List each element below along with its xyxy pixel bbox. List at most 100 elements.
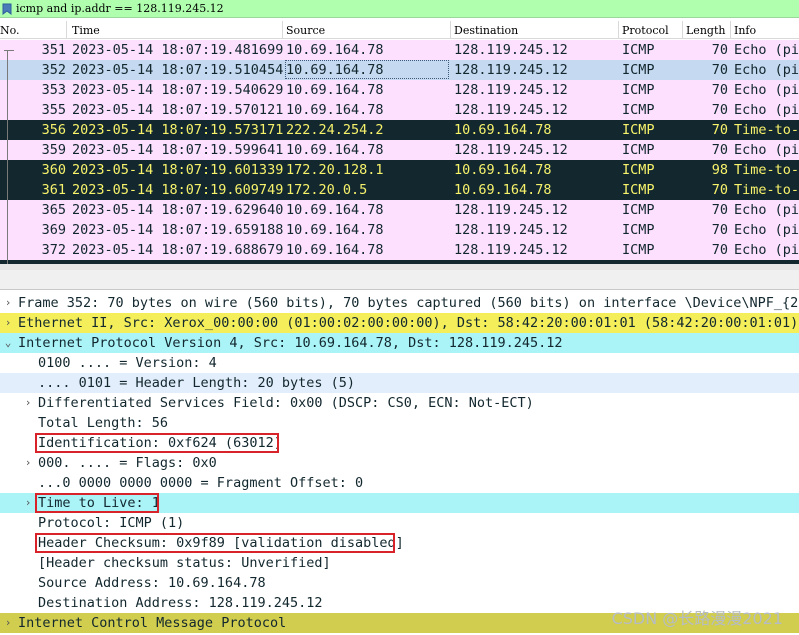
chevron-right-icon[interactable]: › xyxy=(2,613,14,633)
detail-tree-item[interactable]: › Ethernet II, Src: Xerox_00:00:00 (01:00… xyxy=(0,313,799,333)
packet-info: Echo (pi xyxy=(734,42,799,58)
detail-tree-item[interactable]: .... 0101 = Header Length: 20 bytes (5) xyxy=(0,373,799,393)
column-header-destination[interactable]: Destination xyxy=(454,24,518,37)
detail-tree-item[interactable]: › Frame 352: 70 bytes on wire (560 bits),… xyxy=(0,293,799,313)
detail-tree-item[interactable]: Identification: 0xf624 (63012) xyxy=(0,433,799,453)
column-separator[interactable] xyxy=(618,21,619,38)
packet-protocol: ICMP xyxy=(622,202,655,218)
packet-time: 2023-05-14 18:07:19.570121 xyxy=(72,102,284,118)
chevron-right-icon[interactable]: › xyxy=(22,393,34,413)
display-filter-bar[interactable]: icmp and ip.addr == 128.119.245.12 xyxy=(0,0,799,18)
chevron-right-icon[interactable]: › xyxy=(22,453,34,473)
packet-row[interactable]: 356 2023-05-14 18:07:19.573171 222.24.254.… xyxy=(0,120,799,140)
chevron-right-icon[interactable]: › xyxy=(22,493,34,513)
column-header-source[interactable]: Source xyxy=(286,24,325,37)
packet-protocol: ICMP xyxy=(622,142,655,158)
packet-info: Echo (pi xyxy=(734,62,799,78)
packet-destination: 128.119.245.12 xyxy=(454,242,568,258)
packet-row[interactable]: 361 2023-05-14 18:07:19.609749 172.20.0.5 1… xyxy=(0,180,799,200)
packet-info: Echo (pi xyxy=(734,242,799,258)
detail-tree-item[interactable]: Source Address: 10.69.164.78 xyxy=(0,573,799,593)
packet-destination: 128.119.245.12 xyxy=(454,42,568,58)
column-header-no[interactable]: No. xyxy=(0,24,20,37)
packet-length: 70 xyxy=(711,102,728,118)
detail-text: .... 0101 = Header Length: 20 bytes (5) xyxy=(38,375,355,391)
column-separator[interactable] xyxy=(282,21,283,38)
packet-row[interactable]: 359 2023-05-14 18:07:19.599641 10.69.164.7… xyxy=(0,140,799,160)
packet-source: 10.69.164.78 xyxy=(286,82,384,98)
detail-tree-item[interactable]: [Header checksum status: Unverified] xyxy=(0,553,799,573)
packet-length: 70 xyxy=(711,82,728,98)
packet-number: 352 xyxy=(41,62,66,78)
detail-tree-item[interactable]: 0100 .... = Version: 4 xyxy=(0,353,799,373)
packet-time: 2023-05-14 18:07:19.601339 xyxy=(72,162,284,178)
bookmark-icon[interactable] xyxy=(2,3,12,15)
packet-time: 2023-05-14 18:07:19.609749 xyxy=(72,182,284,198)
packet-protocol: ICMP xyxy=(622,42,655,58)
packet-length: 70 xyxy=(711,142,728,158)
chevron-right-icon[interactable]: › xyxy=(2,313,14,333)
packet-destination: 10.69.164.78 xyxy=(454,122,552,138)
packet-row[interactable]: 355 2023-05-14 18:07:19.570121 10.69.164.7… xyxy=(0,100,799,120)
packet-destination: 10.69.164.78 xyxy=(454,162,552,178)
packet-time: 2023-05-14 18:07:19.540629 xyxy=(72,82,284,98)
packet-source: 10.69.164.78 xyxy=(286,102,384,118)
detail-tree-item[interactable]: Header Checksum: 0x9f89 [validation disa… xyxy=(0,533,799,553)
detail-tree-item[interactable]: ⌄ Internet Protocol Version 4, Src: 10.69… xyxy=(0,333,799,353)
packet-row[interactable]: 372 2023-05-14 18:07:19.688679 10.69.164.7… xyxy=(0,240,799,260)
detail-text: Internet Control Message Protocol xyxy=(18,615,287,631)
detail-tree-item[interactable]: › Time to Live: 1 xyxy=(0,493,799,513)
packet-time: 2023-05-14 18:07:19.573171 xyxy=(72,122,284,138)
packet-protocol: ICMP xyxy=(622,162,655,178)
detail-text: Protocol: ICMP (1) xyxy=(38,515,185,531)
packet-row[interactable]: 353 2023-05-14 18:07:19.540629 10.69.164.7… xyxy=(0,80,799,100)
watermark: CSDN @长路漫漫2021 xyxy=(611,609,783,628)
detail-tree-item[interactable]: Total Length: 56 xyxy=(0,413,799,433)
packet-row[interactable]: 351 2023-05-14 18:07:19.481699 10.69.164.7… xyxy=(0,40,799,60)
chevron-down-icon[interactable]: ⌄ xyxy=(2,333,14,353)
detail-text: Internet Protocol Version 4, Src: 10.69.… xyxy=(18,335,563,351)
column-header-time[interactable]: Time xyxy=(72,24,100,37)
packet-source: 172.20.128.1 xyxy=(286,162,384,178)
packet-source: 10.69.164.78 xyxy=(286,142,384,158)
packet-length: 70 xyxy=(711,62,728,78)
detail-text: ...0 0000 0000 0000 = Fragment Offset: 0 xyxy=(38,475,364,491)
packet-number: 355 xyxy=(41,102,66,118)
packet-length: 70 xyxy=(711,182,728,198)
detail-text: Frame 352: 70 bytes on wire (560 bits), … xyxy=(18,295,799,311)
column-separator[interactable] xyxy=(730,21,731,38)
detail-tree-item[interactable]: Protocol: ICMP (1) xyxy=(0,513,799,533)
display-filter-input[interactable]: icmp and ip.addr == 128.119.245.12 xyxy=(16,2,224,15)
column-header-info[interactable]: Info xyxy=(734,24,756,37)
packet-row[interactable]: 369 2023-05-14 18:07:19.659188 10.69.164.7… xyxy=(0,220,799,240)
packet-info: Time-to- xyxy=(734,182,799,198)
packet-time: 2023-05-14 18:07:19.629640 xyxy=(72,202,284,218)
detail-tree-item[interactable]: › Differentiated Services Field: 0x00 (DS… xyxy=(0,393,799,413)
packet-number: 361 xyxy=(41,182,66,198)
column-header-protocol[interactable]: Protocol xyxy=(622,24,669,37)
chevron-right-icon[interactable]: › xyxy=(2,293,14,313)
column-header-length[interactable]: Length xyxy=(686,24,725,37)
detail-text: Source Address: 10.69.164.78 xyxy=(38,575,266,591)
packet-list[interactable]: 351 2023-05-14 18:07:19.481699 10.69.164.7… xyxy=(0,40,799,264)
packet-destination: 128.119.245.12 xyxy=(454,202,568,218)
packet-source: 10.69.164.78 xyxy=(286,202,384,218)
packet-destination: 128.119.245.12 xyxy=(454,62,568,78)
packet-row[interactable]: 360 2023-05-14 18:07:19.601339 172.20.128.… xyxy=(0,160,799,180)
packet-number: 372 xyxy=(41,242,66,258)
packet-number: 360 xyxy=(41,162,66,178)
packet-row[interactable]: 365 2023-05-14 18:07:19.629640 10.69.164.7… xyxy=(0,200,799,220)
column-separator[interactable] xyxy=(66,21,67,38)
column-separator[interactable] xyxy=(450,21,451,38)
detail-text: Ethernet II, Src: Xerox_00:00:00 (01:00:… xyxy=(18,315,799,331)
detail-tree-item[interactable]: › 000. .... = Flags: 0x0 xyxy=(0,453,799,473)
packet-time: 2023-05-14 18:07:19.659188 xyxy=(72,222,284,238)
packet-destination: 10.69.164.78 xyxy=(454,182,552,198)
packet-details-pane[interactable]: › Frame 352: 70 bytes on wire (560 bits),… xyxy=(0,293,799,635)
horizontal-scrollbar[interactable] xyxy=(0,264,799,270)
column-separator[interactable] xyxy=(682,21,683,38)
conversation-tree-line xyxy=(7,50,8,264)
detail-tree-item[interactable]: ...0 0000 0000 0000 = Fragment Offset: 0 xyxy=(0,473,799,493)
detail-text: 000. .... = Flags: 0x0 xyxy=(38,455,217,471)
packet-length: 70 xyxy=(711,122,728,138)
